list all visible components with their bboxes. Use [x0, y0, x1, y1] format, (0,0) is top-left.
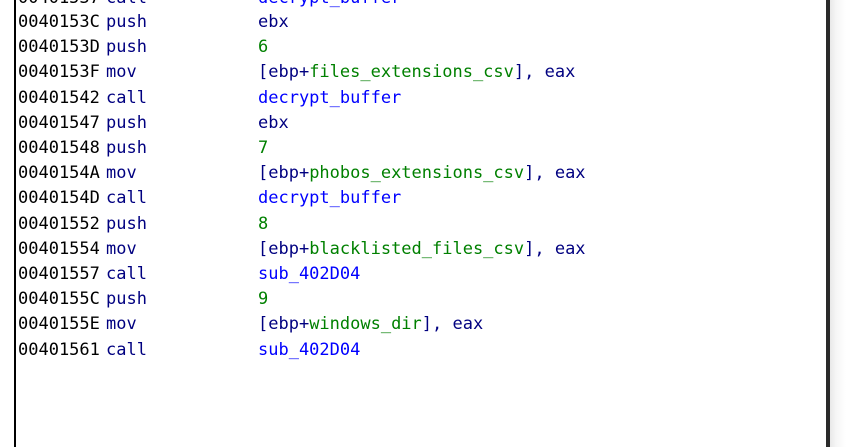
row-operands: [ebp+phobos_extensions_csv], eax — [258, 161, 586, 186]
operand-punctuation: [ebp+ — [258, 62, 310, 83]
listing-left-border — [14, 0, 16, 447]
row-address: 00401547 — [18, 112, 100, 133]
operand-register: ebx — [258, 12, 289, 32]
row-mnemonic: mov — [106, 62, 137, 83]
operand-punctuation: [ebp+ — [258, 163, 310, 184]
row-address: 00401548 — [18, 138, 100, 158]
operand-immediate: 6 — [258, 37, 269, 58]
row-address: 0040154D — [18, 188, 100, 209]
row-operands: ebx — [258, 10, 289, 35]
row-operands: 7 — [258, 136, 268, 161]
operand-punctuation: ], eax — [421, 314, 484, 335]
row-mnemonic: mov — [106, 314, 137, 335]
row-mnemonic: call — [106, 188, 147, 209]
row-mnemonic: mov — [106, 238, 137, 259]
row-operands: ebx — [258, 111, 289, 136]
operand-variable[interactable]: files_extensions_csv — [309, 62, 514, 82]
disassembly-listing[interactable]: 00401537 call decrypt_buffer 0040153Cpus… — [0, 0, 830, 447]
row-mnemonic: push — [106, 112, 147, 133]
row-operands: [ebp+files_extensions_csv], eax — [258, 60, 575, 85]
row-operands: decrypt_buffer — [258, 186, 401, 211]
row-address: 0040154A — [18, 163, 100, 184]
operand-punctuation: [ebp+ — [258, 238, 310, 259]
row-address: 00401552 — [18, 213, 100, 234]
row-operands: sub_402D04 — [258, 338, 360, 363]
operand-variable[interactable]: blacklisted_files_csv — [309, 239, 524, 259]
row-mnemonic: call — [106, 87, 147, 108]
row-operands: decrypt_buffer — [258, 86, 401, 111]
row-operands: [ebp+windows_dir], eax — [258, 312, 483, 337]
operand-punctuation: [ebp+ — [258, 314, 310, 335]
row-mnemonic: push — [106, 37, 147, 58]
operand-function-name[interactable]: sub_402D04 — [258, 264, 360, 284]
row-mnemonic: push — [106, 12, 147, 32]
row-address: 00401554 — [18, 238, 100, 259]
row-mnemonic: push — [106, 138, 147, 158]
operand-immediate: 9 — [258, 289, 269, 310]
operand-immediate: 7 — [258, 138, 269, 158]
row-operands: sub_402D04 — [258, 262, 360, 287]
row-address: 0040155C — [18, 289, 100, 310]
window-shadow — [830, 0, 864, 447]
row-address: 00401561 — [18, 339, 100, 360]
operand-variable[interactable]: phobos_extensions_csv — [309, 163, 524, 183]
row-mnemonic: call — [106, 264, 147, 284]
row-operands: 6 — [258, 35, 268, 60]
row-mnemonic: mov — [106, 163, 137, 184]
row-address: 00401542 — [18, 87, 100, 108]
row-address: 0040155E — [18, 314, 100, 335]
operand-variable[interactable]: windows_dir — [309, 314, 422, 334]
operand-punctuation: ], eax — [524, 238, 586, 259]
operand-function-name[interactable]: decrypt_buffer — [258, 188, 401, 208]
row-operands: [ebp+blacklisted_files_csv], eax — [258, 237, 586, 262]
row-mnemonic: push — [106, 213, 147, 234]
operand-function-name[interactable]: decrypt_buffer — [258, 88, 401, 108]
operand-function-name[interactable]: sub_402D04 — [258, 340, 360, 360]
row-operands: 9 — [258, 287, 268, 312]
operand-immediate: 8 — [258, 213, 269, 234]
operand-punctuation: ], eax — [524, 163, 586, 184]
row-address: 00401557 — [18, 264, 100, 284]
row-address: 0040153C — [18, 12, 100, 32]
row-operands: 8 — [258, 212, 268, 237]
row-address: 0040153D — [18, 37, 100, 58]
operand-register: ebx — [258, 112, 289, 133]
operand-punctuation: ], eax — [513, 62, 576, 83]
row-mnemonic: push — [106, 289, 147, 310]
row-address: 0040153F — [18, 62, 100, 83]
row-mnemonic: call — [106, 339, 147, 360]
